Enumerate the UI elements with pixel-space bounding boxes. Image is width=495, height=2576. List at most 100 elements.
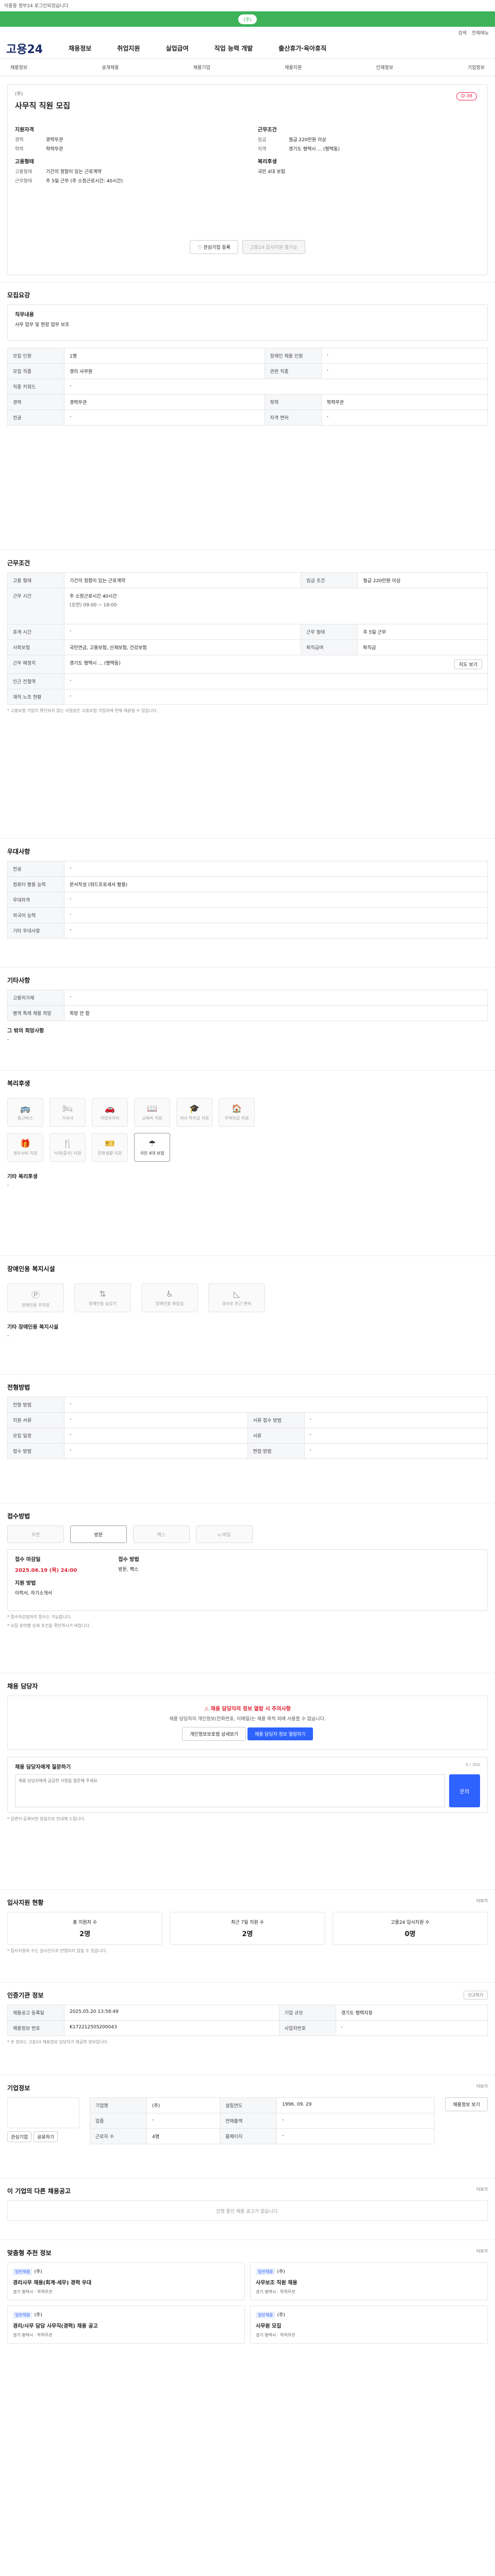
other-table: 고용허가제 - 병역 특례 채용 희망 희망 안 함 xyxy=(7,990,488,1021)
subnav-item[interactable]: 채용정보 xyxy=(10,64,27,71)
table-cell: - xyxy=(63,624,302,640)
welfare-label: 주택자금 지원 xyxy=(224,1116,249,1121)
desc-heading: 직무내용 xyxy=(15,312,34,318)
table-row: 모집 일정 - 서류 - xyxy=(7,1428,488,1444)
view-contact-button[interactable]: 채용 담당자 정보 열람하기 xyxy=(248,1727,313,1740)
nav-item-jobs[interactable]: 채용정보 xyxy=(69,44,91,53)
recruit-table: 모집 인원 1명 장애인 채용 인원 - 모집 직종 경리 사무원 관련 직종 - 직종 키… xyxy=(7,348,488,426)
report-button[interactable]: 신고하기 xyxy=(463,1991,488,1999)
stat-label: 고용24 입사지원 수 xyxy=(390,1920,430,1925)
summary-value: 국민 4대 보험 xyxy=(258,170,285,175)
period-block: 접수 마감일 2025.06.19 (목) 24:00 지원 방법 이력서, 자… xyxy=(15,1555,77,1605)
nav-item-benefit[interactable]: 실업급여 xyxy=(166,44,188,53)
rec-meta: 경기 평택시 · 학력무관 xyxy=(13,2333,53,2337)
green-banner: (주) xyxy=(0,11,495,27)
table-row: 재직 노조 현황 - xyxy=(7,689,488,705)
table-cell: - xyxy=(64,673,488,689)
recommend-card[interactable]: 일반채용 (주) 경리사무 채용(회계·세무) 경력 우대 경기 평택시 · 학력… xyxy=(7,2262,245,2300)
recommend-more[interactable]: 더보기 xyxy=(476,2248,488,2254)
nav-item-training[interactable]: 직업 능력 개발 xyxy=(214,44,253,53)
table-header: 서류 접수 방법 xyxy=(247,1412,305,1428)
recommend-card[interactable]: 일반채용 (주) 경리/사무 담당 사무직(경력) 채용 공고 경기 평택시 · … xyxy=(7,2306,245,2344)
favorite-company-button[interactable]: 관심기업 xyxy=(7,2131,32,2142)
summary-row: 경력 경력무관 xyxy=(15,136,237,143)
same-company-section: 이 기업의 다른 채용공고 더보기 진행 중인 채용 공고가 없습니다. xyxy=(0,2178,495,2240)
table-header: 지원 서류 xyxy=(7,1412,64,1428)
scrap-button[interactable]: ♡ 관심기업 등록 xyxy=(190,240,238,254)
search-link[interactable]: 검색 xyxy=(458,29,467,36)
table-header: 홈페이지 xyxy=(220,2128,277,2144)
summary-key: 근무형태 xyxy=(15,179,32,184)
table-row: 근무 시간 주 소정근로시간 40시간 (오전) 09:00 ~ 18:00 xyxy=(7,588,488,624)
table-header: 장애인 채용 인원 xyxy=(264,348,322,364)
map-button[interactable]: 지도 보기 xyxy=(454,659,482,669)
rec-head: 일반채용 (주) xyxy=(256,2311,482,2318)
welfare-item-bus: 🚌 통근버스 xyxy=(7,1098,43,1127)
table-row: 병역 특례 채용 희망 희망 안 함 xyxy=(7,1005,488,1021)
table-cell: - xyxy=(64,410,265,426)
summary-key: 학력 xyxy=(15,147,24,152)
table-cell: - xyxy=(64,1428,248,1444)
gift-icon: 🎁 xyxy=(20,1139,30,1148)
table-cell: 경기도 평택시 ... (평택동) 지도 보기 xyxy=(64,655,488,674)
apply-button[interactable]: 고용24 입사지원 불가능 xyxy=(242,240,305,254)
job-info-note: * 본 정보는 고용24 채용정보 담당자가 제공한 정보입니다. xyxy=(7,2040,109,2044)
subnav-item[interactable]: 채용기업 xyxy=(193,64,210,71)
welfare-label: 식대(중식) 지원 xyxy=(54,1151,81,1156)
share-button[interactable]: 공유하기 xyxy=(34,2131,58,2142)
table-header: 사회보험 xyxy=(7,639,64,655)
qa-heading: 채용 담당자에게 질문하기 xyxy=(15,1765,71,1770)
disabled-item-parking: Ⓟ 장애인용 주차장 xyxy=(7,1283,64,1312)
same-company-more[interactable]: 더보기 xyxy=(476,2187,488,2192)
table-header: 직종 키워드 xyxy=(7,379,64,395)
table-row: 모집 직종 경리 사무원 관련 직종 - xyxy=(7,363,488,379)
disabled-item-ramp: ◺ 경사로 전근 편의 xyxy=(208,1283,265,1312)
table-cell: - xyxy=(276,2113,435,2129)
banner-pill[interactable]: (주) xyxy=(238,14,257,24)
company-jobs-button[interactable]: 채용정보 보기 xyxy=(445,2097,488,2111)
recommend-card[interactable]: 일반채용 (주) 사무보조 직원 채용 경기 평택시 · 학력무관 xyxy=(250,2262,488,2300)
qa-box: 문의 xyxy=(15,1774,480,1807)
alert-icon: ⚠ xyxy=(204,1706,211,1712)
heart-icon: ♡ xyxy=(197,245,204,250)
table-header: 고용 형태 xyxy=(7,572,64,588)
job-summary-card: (주) 사무직 직원 모집 D-38 지원자격 경력 경력무관 학력 학력무관 고용… xyxy=(7,84,488,275)
nav-item-leave[interactable]: 출산휴가·육아휴직 xyxy=(278,44,326,53)
table-cell: - xyxy=(64,1443,248,1459)
apply-note: * 모집 분야별 상세 조건을 확인하시기 바랍니다. xyxy=(7,1623,91,1628)
stats-more-link[interactable]: 더보기 xyxy=(476,1898,488,1904)
subnav-item[interactable]: 기업정보 xyxy=(468,64,485,71)
table-header: 기업명 xyxy=(90,2097,147,2113)
welfare-etc-value: - xyxy=(7,1183,9,1188)
site-logo[interactable]: 고용24 xyxy=(6,40,43,57)
subnav-item[interactable]: 인재정보 xyxy=(376,64,393,71)
privacy-button[interactable]: 개인정보보호법 상세보기 xyxy=(182,1727,246,1741)
table-cell: - xyxy=(64,1397,488,1413)
table-cell: 경력무관 xyxy=(64,394,265,410)
summary-key: 지역 xyxy=(258,147,267,152)
extra-value: - xyxy=(7,1037,9,1042)
table-row: 고용허가제 - xyxy=(7,990,488,1006)
table-header: 사업자번호 xyxy=(278,2020,336,2036)
graduation-icon: 🎓 xyxy=(189,1104,200,1113)
rec-company: (주) xyxy=(34,2269,42,2275)
recommend-card[interactable]: 일반채용 (주) 사무원 모집 경기 평택시 · 학력무관 xyxy=(250,2306,488,2344)
company-more-link[interactable]: 더보기 xyxy=(476,2083,488,2089)
method-post: 우편 xyxy=(7,1526,64,1543)
welfare-item-meal: 🍴 식대(중식) 지원 xyxy=(50,1133,86,1162)
qa-input[interactable] xyxy=(15,1774,445,1807)
qa-submit-button[interactable]: 문의 xyxy=(449,1774,480,1807)
rec-badge: 일반채용 xyxy=(13,2312,32,2318)
table-header: 학력 xyxy=(264,394,322,410)
menu-link[interactable]: 전체메뉴 xyxy=(472,29,489,36)
subnav-item[interactable]: 공개채용 xyxy=(102,64,119,71)
nav-item-support[interactable]: 취업지원 xyxy=(117,44,140,53)
company-title: 기업정보 xyxy=(7,2084,30,2092)
method-fax: 팩스 xyxy=(133,1526,190,1543)
stat-card: 고용24 입사지원 수 0명 xyxy=(332,1912,488,1945)
subnav-item[interactable]: 채용지원 xyxy=(285,64,302,71)
table-row: 컴퓨터 활용 능력 문서작성 (워드프로세서 활용) xyxy=(7,876,488,892)
table-cell: 희망 안 함 xyxy=(64,1005,488,1021)
bus-icon: 🚌 xyxy=(20,1104,30,1113)
method-visit: 방문 xyxy=(70,1526,127,1543)
